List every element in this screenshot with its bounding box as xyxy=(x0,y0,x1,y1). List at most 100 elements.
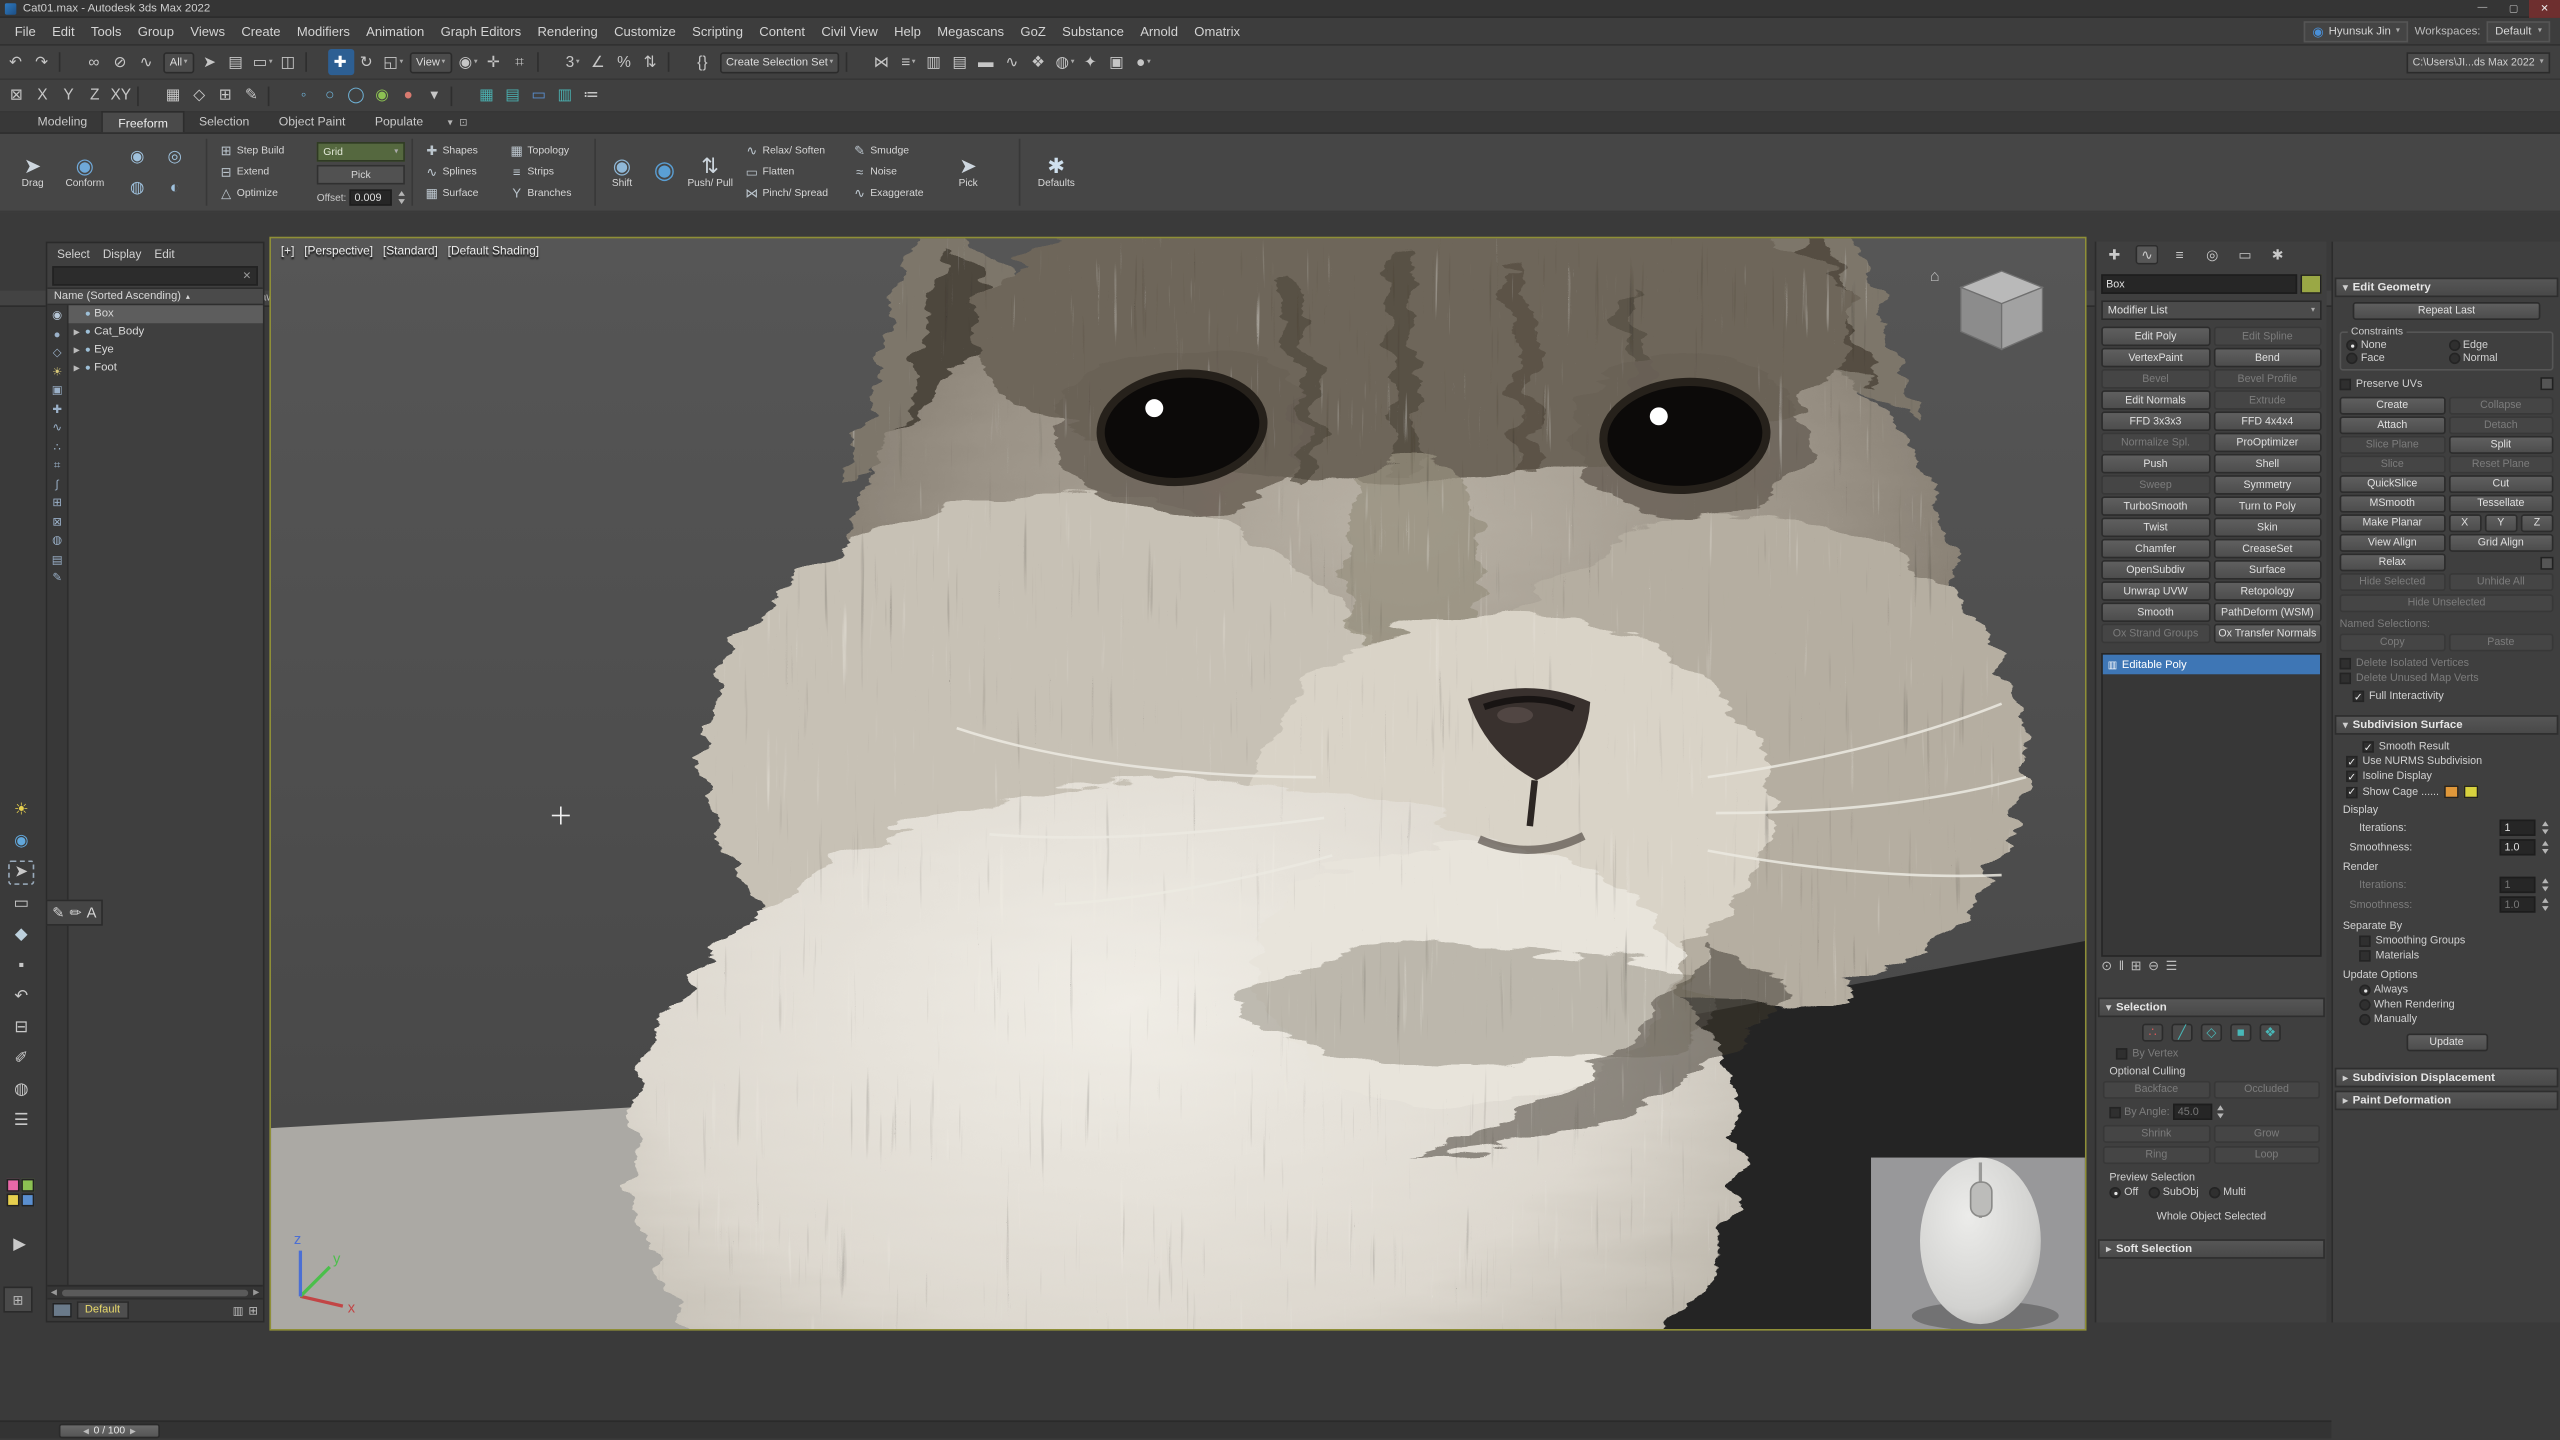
filter-xrefs-icon[interactable]: ⊠ xyxy=(52,515,62,530)
preview-off-radio[interactable]: Off xyxy=(2109,1187,2138,1198)
shift-button[interactable]: ◉ Shift xyxy=(601,139,643,208)
modifier-retopology[interactable]: Retopology xyxy=(2213,581,2322,601)
separator[interactable] xyxy=(302,49,328,75)
repeat-last-button[interactable]: Repeat Last xyxy=(2353,302,2541,320)
hide-selected-button[interactable]: Hide Selected xyxy=(2340,573,2445,591)
topology-button[interactable]: ▦Topology xyxy=(506,140,591,160)
conform-brush-move-icon[interactable]: ◉ xyxy=(121,144,154,170)
gem-tool-icon[interactable]: ◆ xyxy=(8,922,34,946)
display-monitor-icon[interactable]: ▭ xyxy=(526,82,552,108)
schematic-view-icon[interactable]: ❖ xyxy=(1026,49,1052,75)
preview-subobj-radio[interactable]: SubObj xyxy=(2148,1187,2199,1198)
scroll-left-icon[interactable]: ◀ xyxy=(47,1287,60,1297)
defaults-button[interactable]: ✱ Defaults xyxy=(1029,139,1085,208)
scroll-right-icon[interactable]: ▶ xyxy=(250,1287,263,1297)
cage-color-swatch-1[interactable] xyxy=(2444,785,2459,798)
viewport-canvas[interactable]: ⌂ x y z xyxy=(271,238,2087,1330)
render-iterations-spinner[interactable] xyxy=(2539,877,2550,893)
full-interactivity-checkbox[interactable]: ✓ xyxy=(2353,691,2364,702)
project-folder-dropdown[interactable]: C:\Users\JI...ds Max 2022 ▾ xyxy=(2406,51,2550,72)
modifier-surface[interactable]: Surface xyxy=(2213,560,2322,580)
explorer-menu-select[interactable]: Select xyxy=(57,247,90,262)
separator[interactable] xyxy=(134,82,160,108)
relax-soften-button[interactable]: ∿Relax/ Soften xyxy=(741,140,842,160)
hierarchy-tab-icon[interactable]: ≡ xyxy=(2168,245,2191,265)
strips-button[interactable]: ≡Strips xyxy=(506,162,591,182)
show-cage-checkbox[interactable]: ✓ xyxy=(2346,786,2357,797)
polydraw-grid-dropdown[interactable]: Grid▾ xyxy=(317,142,405,162)
menu-civil-view[interactable]: Civil View xyxy=(813,17,886,45)
separator[interactable] xyxy=(664,49,690,75)
text-tool-icon[interactable]: A xyxy=(87,904,97,920)
display-iterations-field[interactable]: 1 xyxy=(2500,820,2536,836)
brush-preset-5-icon[interactable]: ● xyxy=(395,82,421,108)
modifier-edit-spline[interactable]: Edit Spline xyxy=(2213,327,2322,347)
palette-color-swatch[interactable] xyxy=(21,1193,34,1206)
create-tab-icon[interactable]: ✚ xyxy=(2103,245,2126,265)
exaggerate-button[interactable]: ∿Exaggerate xyxy=(849,183,940,203)
isoline-display-checkbox[interactable]: ✓ xyxy=(2346,771,2357,782)
filter-spacewarps-icon[interactable]: ∿ xyxy=(52,421,62,436)
modifier-edit-normals[interactable]: Edit Normals xyxy=(2101,390,2210,410)
delete-isolated-vertices-checkbox[interactable] xyxy=(2340,658,2351,669)
selection-filter-dropdown[interactable]: All▾ xyxy=(163,51,194,72)
culling-occluded-button[interactable]: Occluded xyxy=(2213,1081,2320,1099)
menu-rendering[interactable]: Rendering xyxy=(529,17,606,45)
close-button[interactable]: ✕ xyxy=(2529,0,2560,17)
mirror-icon[interactable]: ⋈ xyxy=(869,49,895,75)
viewport-menu-renderer[interactable]: [Standard] xyxy=(383,243,438,258)
preserve-uvs-settings-icon[interactable] xyxy=(2540,377,2553,390)
object-color-swatch[interactable] xyxy=(2300,274,2321,294)
modifier-push[interactable]: Push xyxy=(2101,454,2210,474)
selection-rollout-header[interactable]: ▾ Selection xyxy=(2098,998,2325,1018)
explorer-menu-edit[interactable]: Edit xyxy=(154,247,174,262)
select-and-scale-icon[interactable]: ◱▾ xyxy=(380,49,406,75)
remove-modifier-icon[interactable]: ⊖ xyxy=(2148,958,2159,973)
update-manually-radio[interactable]: Manually xyxy=(2359,1014,2550,1025)
menu-graph-editors[interactable]: Graph Editors xyxy=(432,17,529,45)
selection-lock-icon[interactable]: ⊠ xyxy=(3,82,29,108)
border-mode-icon[interactable]: ◇ xyxy=(2201,1024,2222,1042)
row-eye[interactable]: ▶ ● Eye xyxy=(69,341,263,359)
conform-brush-scale-icon[interactable]: ◍ xyxy=(121,175,154,201)
scrollbar-thumb[interactable] xyxy=(62,1289,248,1296)
unhide-all-button[interactable]: Unhide All xyxy=(2448,573,2553,591)
palette-color-swatch[interactable] xyxy=(7,1193,20,1206)
modifier-vertexpaint[interactable]: VertexPaint xyxy=(2101,348,2210,368)
cut-button[interactable]: Cut xyxy=(2448,475,2553,493)
list-icon[interactable]: ☰ xyxy=(8,1109,34,1133)
axis-constraint-z-icon[interactable]: Z xyxy=(82,82,108,108)
asset-tracking-icon[interactable]: ▤ xyxy=(500,82,526,108)
stack-editable-poly[interactable]: ▥ Editable Poly xyxy=(2103,655,2320,675)
slice-plane-button[interactable]: Slice Plane xyxy=(2340,436,2445,454)
scene-table-icon[interactable]: ▦ xyxy=(473,82,499,108)
toggle-layer-explorer-icon[interactable]: ▤ xyxy=(947,49,973,75)
tab-selection[interactable]: Selection xyxy=(184,111,264,132)
menu-group[interactable]: Group xyxy=(130,17,183,45)
attach-button[interactable]: Attach xyxy=(2340,416,2445,434)
polygon-modeling-icon[interactable]: ▦ xyxy=(160,82,186,108)
separator[interactable] xyxy=(56,49,82,75)
spinner-snap-icon[interactable]: ⇅ xyxy=(638,49,664,75)
delete-trash-icon[interactable]: ⊟ xyxy=(8,1016,34,1040)
curve-editor-icon[interactable]: ∿ xyxy=(1000,49,1026,75)
make-planar-button[interactable]: Make Planar xyxy=(2340,514,2445,532)
display-tab-icon[interactable]: ▭ xyxy=(2233,245,2256,265)
modifier-smooth[interactable]: Smooth xyxy=(2101,602,2210,622)
pick-button[interactable]: ➤ Pick xyxy=(947,139,989,208)
maximize-button[interactable]: ▢ xyxy=(2498,0,2529,17)
display-smoothness-spinner[interactable] xyxy=(2539,839,2550,855)
update-always-radio[interactable]: Always xyxy=(2359,984,2550,995)
constraint-edge-radio[interactable]: Edge xyxy=(2448,340,2547,351)
use-pivot-center-icon[interactable]: ◉▾ xyxy=(455,49,481,75)
object-name-field[interactable]: Box xyxy=(2101,274,2297,294)
bind-to-spacewarp-icon[interactable]: ∿ xyxy=(134,49,160,75)
select-cursor-icon[interactable]: ➤ xyxy=(8,860,34,884)
material-editor-icon[interactable]: ◍▾ xyxy=(1052,49,1078,75)
filter-helpers-icon[interactable]: ✚ xyxy=(52,402,62,417)
relax-button[interactable]: Relax xyxy=(2340,553,2445,571)
axis-constraint-plane-icon[interactable]: XY xyxy=(108,82,134,108)
conform-button[interactable]: ◉ Conform xyxy=(59,139,111,208)
clear-search-icon[interactable]: ✕ xyxy=(243,269,252,282)
modifier-list-dropdown[interactable]: Modifier List ▾ xyxy=(2101,300,2321,320)
